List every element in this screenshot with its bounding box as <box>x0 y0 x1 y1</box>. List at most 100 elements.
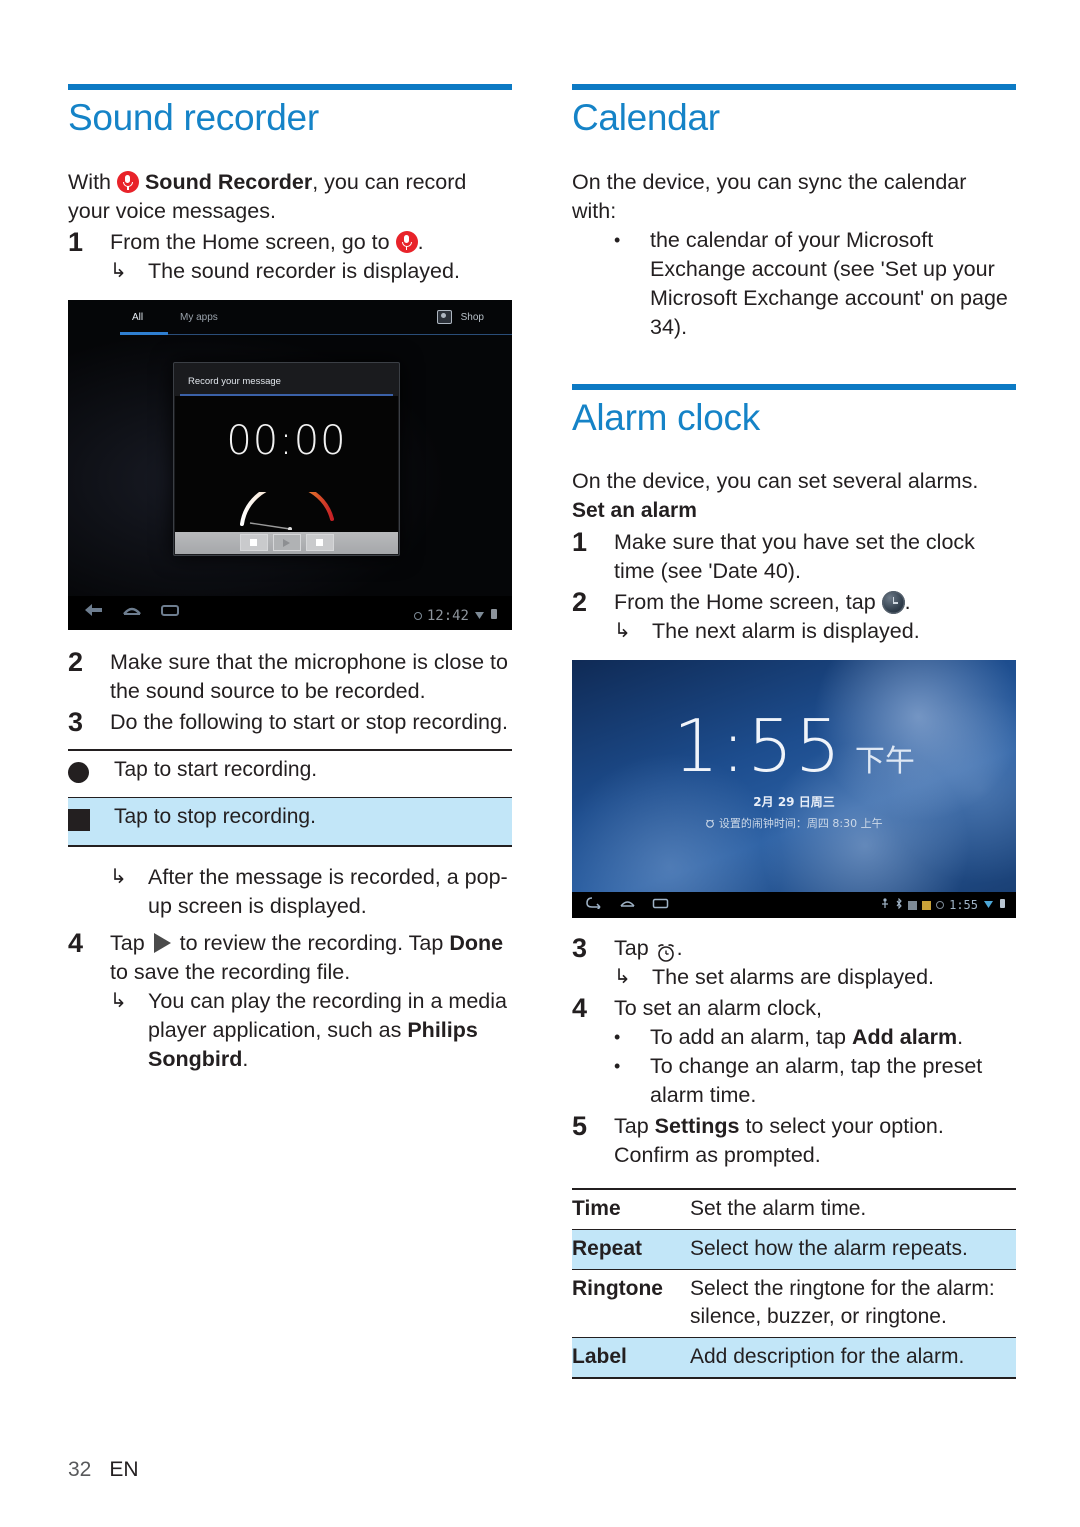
level-meter-icon <box>232 482 342 535</box>
table-row: Ringtone Select the ringtone for the ala… <box>572 1269 1016 1338</box>
step-3-text: Do the following to start or stop record… <box>110 709 508 734</box>
android-navigation-bar: 1:55 <box>572 892 1016 919</box>
calendar-intro: On the device, you can sync the calendar… <box>572 169 967 223</box>
table-row: Tap to stop recording. <box>68 796 512 847</box>
home-icon[interactable] <box>619 896 636 914</box>
sound-recorder-mic-icon <box>395 230 418 253</box>
stop-square-icon <box>68 796 114 847</box>
step-4-alarm: 4 To set an alarm clock, <box>572 994 1016 1023</box>
clock-date: 2月 29 日周三 <box>753 795 835 810</box>
page-title-calendar: Calendar <box>572 97 720 138</box>
section-rule-calendar <box>572 84 1016 90</box>
action-start-recording: Tap to start recording. <box>114 748 512 798</box>
sync-icon <box>413 611 422 620</box>
next-alarm-line: 设置的闹钟时间：周四 8:30 上午 <box>572 815 1016 831</box>
alarm-clock-screenshot: 1:55 下午 2月 29 日周三 设置的闹钟时间：周四 8:30 上午 1:5… <box>572 660 1016 919</box>
settings-value-repeat: Select how the alarm repeats. <box>690 1229 1016 1270</box>
play-button[interactable] <box>272 534 301 552</box>
alarm-clock-icon <box>655 938 677 963</box>
table-row: Repeat Select how the alarm repeats. <box>572 1229 1016 1270</box>
step-number: 4 <box>68 927 84 958</box>
step-5-text-before: Tap <box>614 1114 655 1139</box>
back-icon[interactable] <box>586 896 603 914</box>
android-clock-icon <box>881 591 905 615</box>
table-row: Tap to start recording. <box>68 748 512 798</box>
step-5-alarm: 5 Tap Settings to select your option. Co… <box>572 1112 1016 1170</box>
step-2-alarm: 2 From the Home screen, tap . <box>572 588 1016 617</box>
calendar-bullet-item: • the calendar of your Microsoft Exchang… <box>614 226 1016 342</box>
home-icon[interactable] <box>122 603 142 622</box>
sub-heading-set-an-alarm: Set an alarm <box>572 499 697 523</box>
next-alarm-text: 设置的闹钟时间：周四 8:30 上午 <box>718 817 883 831</box>
step-1-text-after: . <box>417 229 424 254</box>
recents-icon[interactable] <box>160 603 180 622</box>
recording-action-table: Tap to start recording. Tap to stop reco… <box>68 748 512 847</box>
alarm-intro: On the device, you can set several alarm… <box>572 469 979 494</box>
sound-recorder-mic-icon <box>116 170 139 193</box>
alarm-bell-icon <box>705 817 719 830</box>
tab-underline <box>120 333 512 336</box>
settings-value-time: Set the alarm time. <box>690 1188 1016 1230</box>
recents-icon[interactable] <box>652 896 669 914</box>
result-arrow-icon: ↳ <box>110 865 127 888</box>
result-arrow-icon: ↳ <box>110 989 127 1012</box>
intro-bold-sound-recorder: Sound Recorder <box>144 169 313 194</box>
record-circle-icon <box>68 748 114 798</box>
bullet-text-change-alarm: To change an alarm, tap the preset alarm… <box>650 1054 983 1108</box>
step-2-alarm-result: ↳ The next alarm is displayed. <box>614 617 1016 646</box>
step-number: 2 <box>68 646 84 677</box>
shop-bag-icon[interactable] <box>437 309 452 324</box>
step-1-text-before: From the Home screen, go to <box>110 229 396 254</box>
step-number: 5 <box>572 1111 588 1142</box>
record-dialog: Record your message 00:00 <box>173 361 400 556</box>
table-row: Label Add description for the alarm. <box>572 1337 1016 1380</box>
step-number: 1 <box>572 527 588 558</box>
step-2-sound-recorder: 2 Make sure that the microphone is close… <box>68 646 512 706</box>
status-bar-right: 1:55 <box>880 896 1006 914</box>
step-1-sound-recorder: 1 From the Home screen, go to . <box>68 227 512 257</box>
step-2-alarm-result-text: The next alarm is displayed. <box>652 619 920 644</box>
step-3-alarm-text-before: Tap <box>614 936 655 961</box>
stop-button[interactable] <box>305 534 334 552</box>
bullet-dot-icon: • <box>614 1027 621 1048</box>
wifi-icon <box>983 896 994 914</box>
step-1-result: ↳ The sound recorder is displayed. <box>110 257 512 286</box>
language-code: EN <box>109 1458 139 1481</box>
step-3-alarm-result: ↳ The set alarms are displayed. <box>614 963 1016 992</box>
tab-active-indicator <box>120 331 168 336</box>
recording-timer: 00:00 <box>226 417 347 464</box>
step-4-result: ↳ You can play the recording in a media … <box>110 987 512 1074</box>
step-3-result-text: After the message is recorded, a pop-up … <box>148 864 508 918</box>
shop-label[interactable]: Shop <box>461 312 484 323</box>
settings-key-time: Time <box>572 1188 690 1230</box>
result-arrow-icon: ↳ <box>110 259 127 282</box>
alarm-settings-table: Time Set the alarm time. Repeat Select h… <box>572 1188 1016 1380</box>
step-3-alarm-result-text: The set alarms are displayed. <box>652 965 935 990</box>
record-dialog-title: Record your message <box>188 375 281 387</box>
screenshot-icon <box>908 900 918 910</box>
step-1-result-text: The sound recorder is displayed. <box>148 258 460 283</box>
android-navigation-bar: 12:42 <box>68 595 512 630</box>
manual-page: Sound recorder With Sound Recorder, you … <box>0 0 1080 1527</box>
back-icon[interactable] <box>84 603 104 622</box>
lockscreen-clock: 1:55 下午 <box>572 704 1016 788</box>
record-button[interactable] <box>239 534 268 552</box>
tab-my-apps[interactable]: My apps <box>180 312 218 323</box>
step-2-alarm-text-after: . <box>904 590 911 615</box>
step-3-result: ↳ After the message is recorded, a pop-u… <box>110 863 512 921</box>
table-row: Time Set the alarm time. <box>572 1188 1016 1230</box>
sound-recorder-intro: With Sound Recorder, you can record your… <box>68 168 512 226</box>
sound-recorder-screenshot: All My apps Shop Record your message 00:… <box>68 299 512 630</box>
section-rule-alarm-clock <box>572 383 1016 390</box>
bullet-dot-icon: • <box>614 1056 621 1077</box>
step-number: 4 <box>572 993 588 1024</box>
tab-all[interactable]: All <box>132 312 143 323</box>
battery-icon <box>490 608 498 624</box>
sync-icon <box>936 901 945 910</box>
result-arrow-icon: ↳ <box>614 620 631 643</box>
clock-time: 1:55 <box>673 704 843 789</box>
status-bar-right: 12:42 <box>413 608 498 624</box>
bluetooth-icon <box>895 896 903 914</box>
step-number: 3 <box>572 933 588 964</box>
step-3-alarm: 3 Tap . <box>572 934 1016 963</box>
